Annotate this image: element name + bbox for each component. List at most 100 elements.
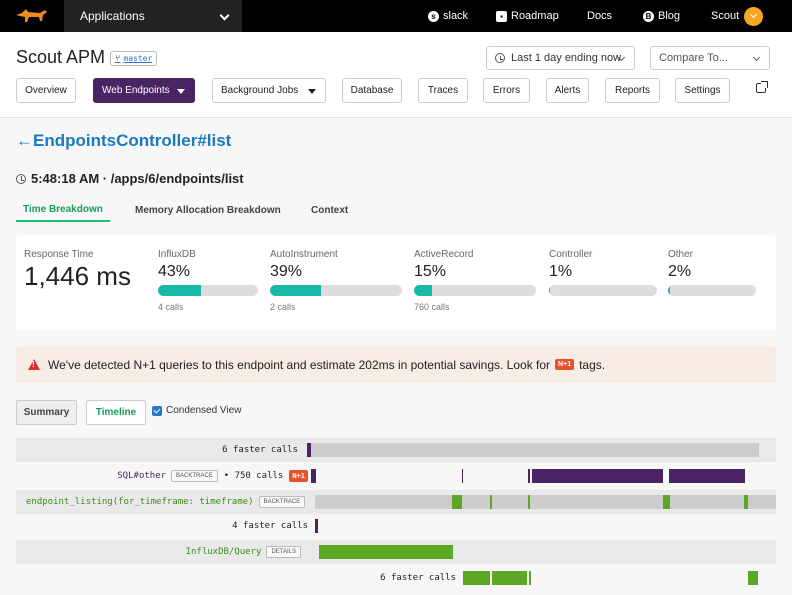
nav-reports[interactable]: Reports [605, 78, 660, 103]
metric-calls: 760 calls [414, 302, 450, 312]
warning-icon [28, 359, 40, 370]
trace-time-path: 5:48:18 AM · /apps/6/endpoints/list [31, 171, 244, 186]
timeline-bar [532, 469, 663, 483]
n-plus-one-badge: N+1 [289, 470, 308, 482]
row-label-group: InfluxDB/Query DETAILS [186, 540, 301, 564]
metric-other: Other 2% [668, 249, 756, 296]
response-time-label: Response Time [24, 249, 94, 260]
n-plus-one-warning: We've detected N+1 queries to this endpo… [16, 346, 776, 383]
app-header: Scout APM ⑂ master Last 1 day ending now… [0, 32, 792, 118]
nav-alerts[interactable]: Alerts [546, 78, 589, 103]
tab-memory-allocation[interactable]: Memory Allocation Breakdown [135, 198, 281, 222]
timeline-bar [528, 495, 530, 509]
blog-link[interactable]: B Blog [643, 0, 680, 32]
timeline-bar [319, 545, 453, 559]
timeline-bar [462, 469, 463, 483]
endpoint-name: EndpointsController#list [33, 131, 232, 150]
timeline-bar [528, 469, 530, 483]
clock-icon [495, 53, 505, 63]
nav-label: Errors [492, 85, 521, 96]
timeline-row[interactable]: 6 faster calls [16, 438, 776, 462]
metric-influxdb: InfluxDB 43% 4 calls [158, 249, 258, 312]
metric-calls: 2 calls [270, 302, 296, 312]
time-breakdown-card: Response Time 1,446 ms InfluxDB 43% 4 ca… [16, 235, 776, 330]
slack-link[interactable]: s slack [428, 0, 468, 32]
timeline-bar [669, 469, 745, 483]
compare-select[interactable]: Compare To... [650, 46, 770, 70]
tab-context[interactable]: Context [311, 198, 348, 222]
user-name: Scout [711, 10, 740, 22]
timeline-bar [463, 571, 490, 585]
docs-label: Docs [587, 10, 613, 22]
timeline-bar [490, 495, 492, 509]
nav-errors[interactable]: Errors [483, 78, 530, 103]
timeline-row[interactable]: SQL#other BACKTRACE • 750 calls N+1 [16, 464, 776, 488]
nav-database[interactable]: Database [342, 78, 402, 103]
branch-name: master [123, 54, 153, 63]
call-count: • 750 calls [223, 471, 284, 481]
slack-icon: s [428, 10, 439, 22]
chevron-down-icon [219, 10, 230, 21]
metric-label: ActiveRecord [414, 249, 474, 260]
metric-label: InfluxDB [158, 249, 196, 260]
roadmap-icon: ▪ [496, 10, 507, 22]
slack-label: slack [443, 10, 469, 22]
summary-label: Summary [23, 407, 70, 418]
metric-label: AutoInstrument [270, 249, 338, 260]
applications-label: Applications [80, 9, 145, 23]
external-link-icon[interactable] [756, 81, 768, 93]
user-menu[interactable]: Scout [711, 0, 764, 32]
n-plus-one-badge: N+1 [555, 359, 575, 370]
checkbox-checked-icon[interactable] [152, 405, 162, 416]
row-label: 4 faster calls [232, 521, 308, 531]
timeline-label: Timeline [95, 407, 137, 418]
nav-web-endpoints[interactable]: Web Endpoints [93, 78, 195, 103]
row-label: endpoint_listing(for_timeframe: timefram… [26, 497, 254, 507]
blog-icon: B [643, 10, 654, 22]
summary-button[interactable]: Summary [16, 400, 77, 425]
warning-text: We've detected N+1 queries to this endpo… [48, 357, 551, 372]
timeline-row[interactable]: endpoint_listing(for_timeframe: timefram… [16, 490, 776, 514]
metric-percent: 15% [414, 263, 447, 280]
chevron-down-icon [750, 10, 758, 19]
tab-time-breakdown[interactable]: Time Breakdown [16, 198, 110, 222]
roadmap-link[interactable]: ▪ Roadmap [496, 0, 559, 32]
metric-bar-fill [549, 285, 551, 296]
nav-settings[interactable]: Settings [675, 78, 730, 103]
backtrace-button[interactable]: BACKTRACE [171, 470, 218, 482]
time-range-select[interactable]: Last 1 day ending now [486, 46, 635, 70]
timeline-bar [529, 571, 531, 585]
details-button[interactable]: DETAILS [266, 546, 301, 558]
timeline-button[interactable]: Timeline [86, 400, 146, 425]
nav-background-jobs[interactable]: Background Jobs [212, 78, 326, 103]
metric-bar-fill [270, 285, 322, 296]
back-arrow-icon[interactable]: ← [16, 131, 33, 150]
applications-dropdown[interactable]: Applications [64, 0, 242, 32]
branch-badge[interactable]: ⑂ master [110, 51, 158, 66]
timeline-bar [311, 469, 316, 483]
timeline-row[interactable]: 6 faster calls [16, 566, 776, 590]
metric-percent: 43% [158, 263, 191, 280]
nav-label: Settings [684, 85, 721, 96]
nav-traces[interactable]: Traces [418, 78, 468, 103]
endpoint-title[interactable]: ←EndpointsController#list [16, 131, 231, 151]
scout-logo[interactable] [0, 0, 62, 32]
row-label: 6 faster calls [222, 445, 298, 455]
metric-bar [549, 285, 657, 296]
metric-percent: 2% [668, 263, 692, 280]
tab-label: Memory Allocation Breakdown [135, 204, 281, 216]
warning-text-end: tags. [579, 357, 606, 372]
caret-down-icon [177, 89, 185, 94]
timeline-row[interactable]: 4 faster calls [16, 514, 776, 538]
metric-bar [414, 285, 536, 296]
nav-label: Database [350, 85, 394, 96]
metric-label: Controller [549, 249, 593, 260]
backtrace-button[interactable]: BACKTRACE [258, 496, 306, 508]
condensed-view-toggle[interactable]: Condensed View [152, 405, 241, 416]
row-label-group: endpoint_listing(for_timeframe: timefram… [26, 490, 306, 514]
nav-overview[interactable]: Overview [16, 78, 76, 103]
time-range-label: Last 1 day ending now [511, 52, 622, 64]
row-label-group: SQL#other BACKTRACE • 750 calls N+1 [117, 464, 308, 488]
timeline-row[interactable]: InfluxDB/Query DETAILS [16, 540, 776, 564]
docs-link[interactable]: Docs [587, 0, 612, 32]
